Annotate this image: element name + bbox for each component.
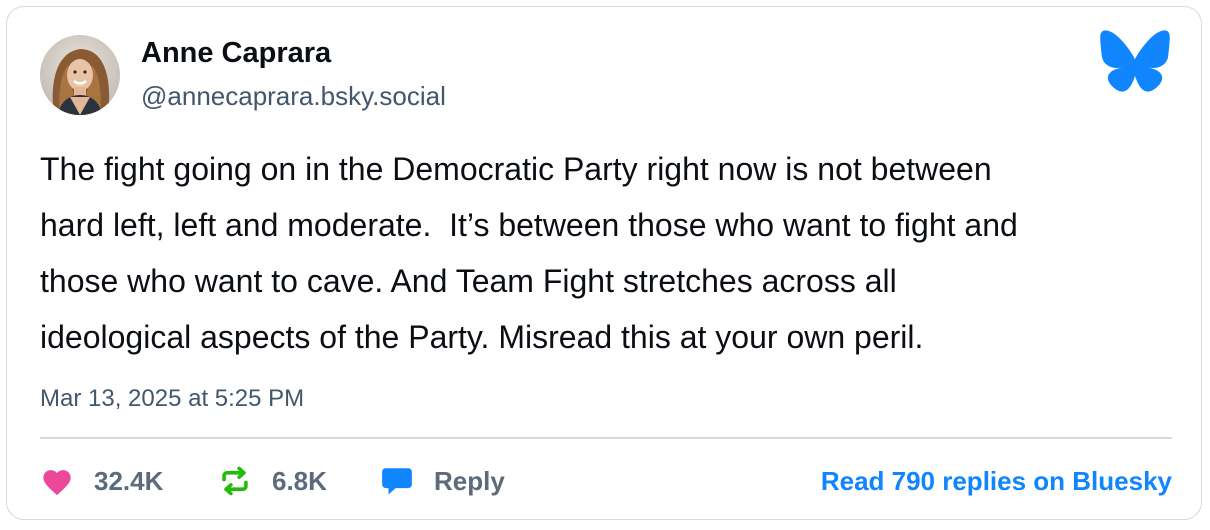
avatar-image xyxy=(40,35,120,115)
like-button[interactable]: 32.4K xyxy=(40,459,163,503)
read-replies-link[interactable]: Read 790 replies on Bluesky xyxy=(821,459,1172,503)
avatar[interactable] xyxy=(40,35,120,115)
heart-icon xyxy=(43,470,71,496)
repost-count: 6.8K xyxy=(272,465,327,496)
bluesky-butterfly-icon[interactable] xyxy=(1099,29,1171,93)
repost-icon xyxy=(222,466,248,496)
speech-bubble-icon xyxy=(382,468,412,495)
divider xyxy=(40,437,1172,439)
reply-button[interactable]: Reply xyxy=(380,459,505,503)
author-handle[interactable]: @annecaprara.bsky.social xyxy=(141,81,446,112)
post-timestamp[interactable]: Mar 13, 2025 at 5:25 PM xyxy=(40,385,304,413)
action-bar: 32.4K 6.8K Reply Read 790 replies on Blu… xyxy=(40,459,1172,503)
post-text: The fight going on in the Democratic Par… xyxy=(40,151,1018,355)
author-name[interactable]: Anne Caprara xyxy=(141,37,331,70)
like-count: 32.4K xyxy=(94,465,164,496)
reply-label: Reply xyxy=(434,465,505,496)
post-card: Anne Caprara @annecaprara.bsky.social Th… xyxy=(6,6,1202,520)
repost-button[interactable]: 6.8K xyxy=(218,459,327,503)
